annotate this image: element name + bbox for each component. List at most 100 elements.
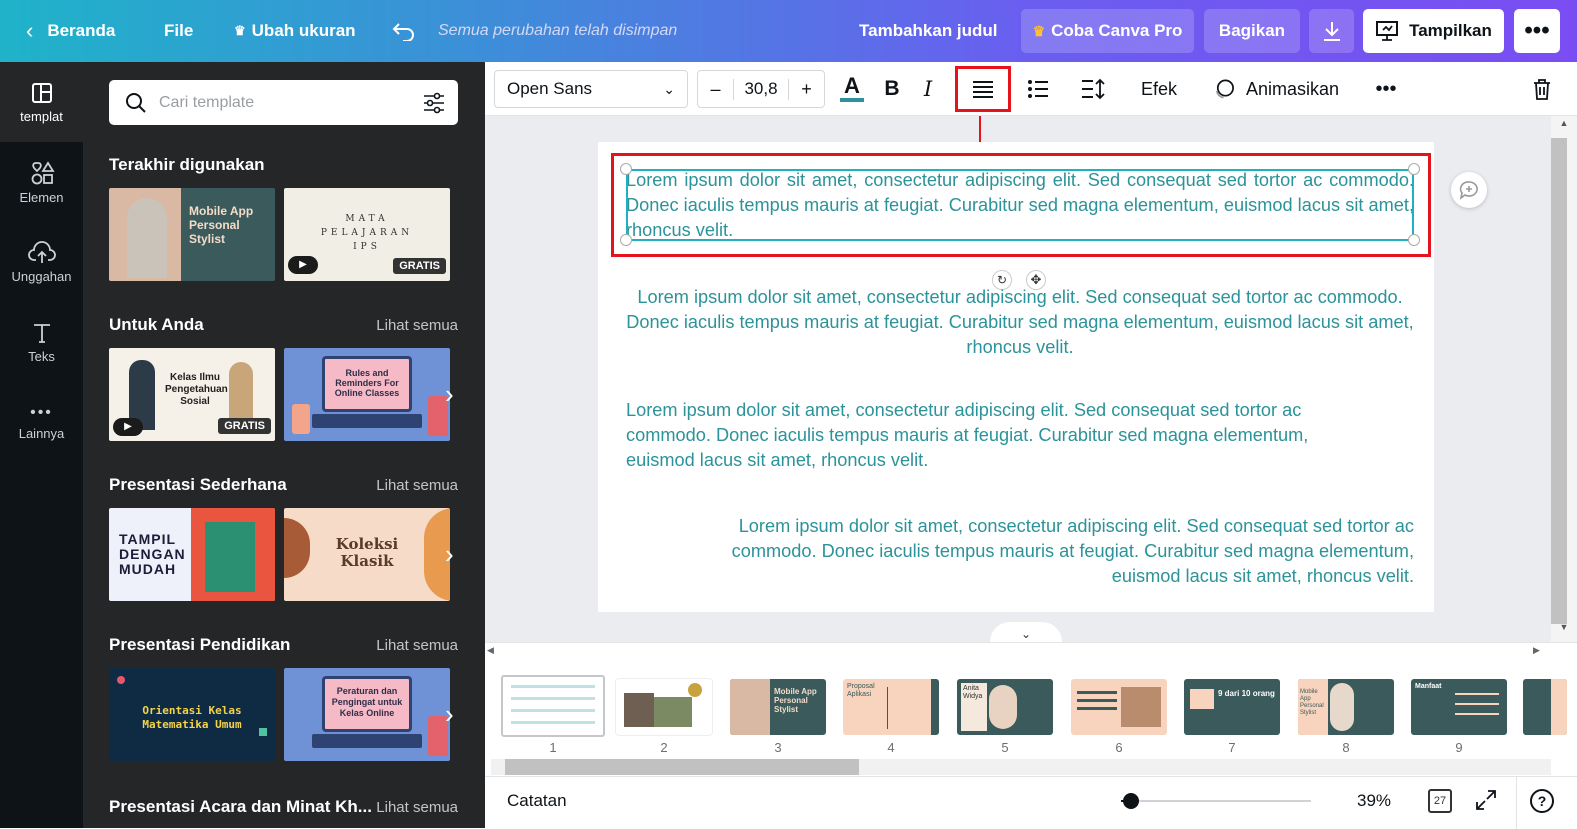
- top-bar: ‹ Beranda File ♛ Ubah ukuran Semua perub…: [0, 0, 1577, 62]
- page-grid-button[interactable]: 27: [1428, 789, 1452, 813]
- slide-thumb-4[interactable]: Proposal Aplikasi: [843, 679, 939, 735]
- slide-number: 1: [549, 740, 557, 755]
- decrease-size-button[interactable]: –: [698, 78, 734, 100]
- section-title-simple: Presentasi Sederhana: [109, 475, 287, 494]
- rail-item-template[interactable]: templat: [0, 62, 83, 142]
- undo-button[interactable]: [392, 0, 416, 62]
- slide-page[interactable]: Lorem ipsum dolor sit amet, consectetur …: [598, 142, 1434, 612]
- more-options-button[interactable]: •••: [1514, 9, 1560, 53]
- effects-button[interactable]: Efek: [1137, 70, 1181, 108]
- help-button[interactable]: ?: [1530, 789, 1554, 813]
- upload-icon: [27, 240, 56, 263]
- bold-button[interactable]: B: [877, 70, 907, 108]
- list-button[interactable]: [1023, 70, 1053, 108]
- zoom-slider[interactable]: [1121, 793, 1311, 809]
- text-color-button[interactable]: A: [837, 70, 867, 108]
- slide-number: 3: [774, 740, 782, 755]
- text-box-left[interactable]: Lorem ipsum dolor sit amet, consectetur …: [626, 398, 1414, 473]
- notes-button[interactable]: Catatan: [507, 791, 567, 811]
- slide-thumb-10[interactable]: [1523, 679, 1567, 735]
- resize-handle[interactable]: [620, 163, 632, 175]
- rail-item-more[interactable]: ••• Lainnya: [0, 382, 83, 462]
- chevron-down-icon: ⌄: [663, 80, 675, 97]
- vertical-scrollbar[interactable]: ▲ ▼: [1551, 116, 1577, 642]
- resize-handle[interactable]: [1408, 163, 1420, 175]
- template-thumb-rules[interactable]: Rules and Reminders For Online Classes: [284, 348, 450, 441]
- line-spacing-icon: [1082, 78, 1105, 100]
- scroll-down-arrow[interactable]: ▼: [1551, 622, 1577, 632]
- canvas-workspace: Lorem ipsum dolor sit amet, consectetur …: [485, 116, 1551, 642]
- slide-thumb-7[interactable]: 9 dari 10 orang: [1184, 679, 1280, 735]
- font-family-select[interactable]: Open Sans ⌄: [494, 70, 688, 108]
- see-all-link[interactable]: Lihat semua: [376, 477, 458, 494]
- text-box-centered[interactable]: Lorem ipsum dolor sit amet, consectetur …: [626, 285, 1414, 360]
- hide-pages-button[interactable]: ⌄: [990, 622, 1062, 642]
- scrollbar-thumb[interactable]: [1551, 138, 1567, 624]
- scroll-right-arrow[interactable]: ▶: [1533, 645, 1540, 656]
- delete-button[interactable]: [1527, 70, 1557, 108]
- expand-icon: [1476, 790, 1496, 810]
- search-input[interactable]: [159, 93, 409, 112]
- text-box-right[interactable]: Lorem ipsum dolor sit amet, consectetur …: [626, 514, 1414, 589]
- present-button[interactable]: Tampilkan: [1363, 9, 1504, 53]
- see-all-link[interactable]: Lihat semua: [376, 637, 458, 654]
- add-comment-button[interactable]: [1451, 172, 1487, 208]
- slide-thumb-1[interactable]: [501, 675, 605, 737]
- filter-icon[interactable]: [422, 92, 446, 114]
- template-thumb-classic[interactable]: Koleksi Klasik: [284, 508, 450, 601]
- scroll-right-arrow[interactable]: ›: [445, 541, 461, 567]
- rail-item-elements[interactable]: Elemen: [0, 142, 83, 222]
- scroll-right-arrow[interactable]: ›: [445, 381, 461, 407]
- template-thumb-simple[interactable]: TAMPIL DENGAN MUDAH: [109, 508, 275, 601]
- resize-handle[interactable]: [620, 234, 632, 246]
- slide-thumb-6[interactable]: [1071, 679, 1167, 735]
- increase-size-button[interactable]: +: [788, 78, 824, 100]
- slide-thumb-5[interactable]: Anita Widya: [957, 679, 1053, 735]
- template-thumb-math[interactable]: Orientasi Kelas Matematika Umum: [109, 668, 275, 761]
- template-thumb-stylist[interactable]: Mobile App Personal Stylist: [109, 188, 275, 281]
- text-icon: [33, 323, 50, 343]
- section-title-events: Presentasi Acara dan Minat Kh...: [109, 797, 372, 816]
- italic-button[interactable]: I: [913, 70, 943, 108]
- play-icon: ▶: [288, 256, 318, 274]
- zoom-level[interactable]: 39%: [1357, 791, 1391, 811]
- template-thumb-ips[interactable]: MATA PELAJARAN IPS ▶ GRATIS: [284, 188, 450, 281]
- resize-handle[interactable]: [1408, 234, 1420, 246]
- slide-number: 6: [1115, 740, 1123, 755]
- try-pro-button[interactable]: ♛ Coba Canva Pro: [1021, 9, 1194, 53]
- horizontal-scrollbar[interactable]: [491, 759, 1551, 775]
- rail-item-text[interactable]: Teks: [0, 302, 83, 382]
- home-button[interactable]: ‹ Beranda: [26, 0, 115, 62]
- animate-button[interactable]: Animasikan: [1213, 70, 1339, 108]
- resize-button[interactable]: ♛ Ubah ukuran: [234, 0, 356, 62]
- file-menu[interactable]: File: [164, 0, 193, 62]
- spacing-button[interactable]: [1078, 70, 1108, 108]
- slide-number: 7: [1228, 740, 1236, 755]
- font-size-input[interactable]: 30,8: [734, 79, 788, 99]
- align-justify-button[interactable]: [955, 66, 1011, 112]
- see-all-link[interactable]: Lihat semua: [376, 799, 458, 816]
- slide-thumb-3[interactable]: Mobile App Personal Stylist: [730, 679, 826, 735]
- template-thumb-rules-id[interactable]: Peraturan dan Pengingat untuk Kelas Onli…: [284, 668, 450, 761]
- scroll-left-arrow[interactable]: ◀: [487, 645, 494, 656]
- scrollbar-thumb[interactable]: [505, 759, 859, 775]
- slide-thumb-2[interactable]: [616, 679, 712, 735]
- share-button[interactable]: Bagikan: [1204, 9, 1300, 53]
- fullscreen-button[interactable]: [1475, 789, 1499, 813]
- play-icon: ▶: [113, 418, 143, 436]
- scroll-up-arrow[interactable]: ▲: [1551, 118, 1577, 128]
- toolbar-more-button[interactable]: •••: [1371, 70, 1401, 108]
- side-rail: templat Elemen Unggahan Teks ••• Lainnya: [0, 62, 83, 828]
- download-button[interactable]: [1309, 9, 1354, 53]
- add-title-field[interactable]: Tambahkan judul: [859, 0, 998, 62]
- template-thumb-ips-class[interactable]: Kelas Ilmu Pengetahuan Sosial ▶ GRATIS: [109, 348, 275, 441]
- align-justify-icon: [973, 81, 993, 98]
- save-status: Semua perubahan telah disimpan: [438, 22, 678, 39]
- rail-item-uploads[interactable]: Unggahan: [0, 222, 83, 302]
- slide-thumb-9[interactable]: Manfaat: [1411, 679, 1507, 735]
- slide-thumb-8[interactable]: Mobile App Personal Stylist: [1298, 679, 1394, 735]
- scroll-right-arrow[interactable]: ›: [445, 701, 461, 727]
- see-all-link[interactable]: Lihat semua: [376, 317, 458, 334]
- zoom-slider-knob[interactable]: [1123, 793, 1139, 809]
- italic-icon: I: [923, 77, 933, 101]
